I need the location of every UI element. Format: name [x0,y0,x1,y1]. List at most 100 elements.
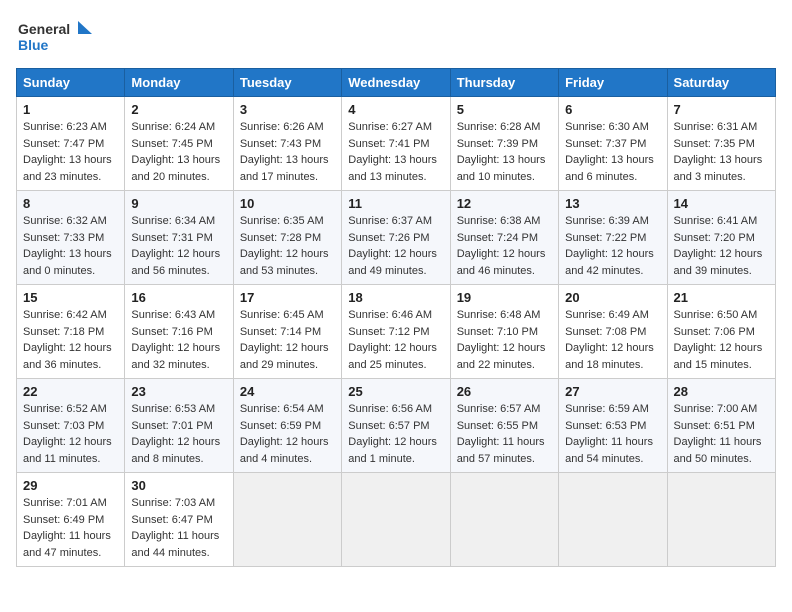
day-number: 29 [23,478,118,493]
day-info: Sunrise: 6:41 AM Sunset: 7:20 PM Dayligh… [674,213,769,279]
logo-icon: GeneralBlue [16,16,96,56]
day-info: Sunrise: 6:46 AM Sunset: 7:12 PM Dayligh… [348,307,443,373]
day-number: 19 [457,290,552,305]
day-number: 3 [240,102,335,117]
day-info: Sunrise: 6:39 AM Sunset: 7:22 PM Dayligh… [565,213,660,279]
calendar-cell: 14 Sunrise: 6:41 AM Sunset: 7:20 PM Dayli… [667,191,775,285]
day-number: 22 [23,384,118,399]
calendar-cell: 22 Sunrise: 6:52 AM Sunset: 7:03 PM Dayli… [17,379,125,473]
calendar-cell [667,473,775,567]
calendar-cell: 5Sunrise: 6:28 AM Sunset: 7:39 PM Daylig… [450,97,558,191]
day-info: Sunrise: 6:49 AM Sunset: 7:08 PM Dayligh… [565,307,660,373]
day-number: 18 [348,290,443,305]
day-info: Sunrise: 6:37 AM Sunset: 7:26 PM Dayligh… [348,213,443,279]
day-info: Sunrise: 7:00 AM Sunset: 6:51 PM Dayligh… [674,401,769,467]
calendar-cell [233,473,341,567]
header-thursday: Thursday [450,69,558,97]
day-info: Sunrise: 6:35 AM Sunset: 7:28 PM Dayligh… [240,213,335,279]
day-number: 10 [240,196,335,211]
day-number: 6 [565,102,660,117]
calendar-cell: 15 Sunrise: 6:42 AM Sunset: 7:18 PM Dayli… [17,285,125,379]
calendar-cell: 1 Sunrise: 6:23 AM Sunset: 7:47 PM Daylig… [17,97,125,191]
day-number: 21 [674,290,769,305]
day-number: 14 [674,196,769,211]
day-number: 11 [348,196,443,211]
day-info: Sunrise: 6:23 AM Sunset: 7:47 PM Dayligh… [23,119,118,185]
calendar-cell: 13 Sunrise: 6:39 AM Sunset: 7:22 PM Dayli… [559,191,667,285]
calendar-cell: 20 Sunrise: 6:49 AM Sunset: 7:08 PM Dayli… [559,285,667,379]
day-info: Sunrise: 7:01 AM Sunset: 6:49 PM Dayligh… [23,495,118,561]
calendar-cell: 8Sunrise: 6:32 AM Sunset: 7:33 PM Daylig… [17,191,125,285]
day-info: Sunrise: 6:57 AM Sunset: 6:55 PM Dayligh… [457,401,552,467]
day-number: 4 [348,102,443,117]
calendar-week-row: 8Sunrise: 6:32 AM Sunset: 7:33 PM Daylig… [17,191,776,285]
day-number: 28 [674,384,769,399]
day-number: 1 [23,102,118,117]
day-number: 20 [565,290,660,305]
svg-text:Blue: Blue [18,37,49,53]
day-number: 24 [240,384,335,399]
svg-text:General: General [18,21,70,37]
calendar-cell: 21Sunrise: 6:50 AM Sunset: 7:06 PM Dayli… [667,285,775,379]
calendar-cell: 3 Sunrise: 6:26 AM Sunset: 7:43 PM Daylig… [233,97,341,191]
calendar-cell [450,473,558,567]
calendar-cell: 10 Sunrise: 6:35 AM Sunset: 7:28 PM Dayli… [233,191,341,285]
day-number: 27 [565,384,660,399]
day-info: Sunrise: 6:52 AM Sunset: 7:03 PM Dayligh… [23,401,118,467]
header-wednesday: Wednesday [342,69,450,97]
day-info: Sunrise: 6:24 AM Sunset: 7:45 PM Dayligh… [131,119,226,185]
calendar-week-row: 1 Sunrise: 6:23 AM Sunset: 7:47 PM Daylig… [17,97,776,191]
day-info: Sunrise: 6:42 AM Sunset: 7:18 PM Dayligh… [23,307,118,373]
day-info: Sunrise: 6:32 AM Sunset: 7:33 PM Dayligh… [23,213,118,279]
calendar-cell [559,473,667,567]
calendar-cell: 18 Sunrise: 6:46 AM Sunset: 7:12 PM Dayli… [342,285,450,379]
day-number: 7 [674,102,769,117]
day-number: 17 [240,290,335,305]
calendar-cell: 30 Sunrise: 7:03 AM Sunset: 6:47 PM Dayli… [125,473,233,567]
calendar-cell: 7 Sunrise: 6:31 AM Sunset: 7:35 PM Daylig… [667,97,775,191]
calendar-week-row: 22 Sunrise: 6:52 AM Sunset: 7:03 PM Dayli… [17,379,776,473]
day-number: 12 [457,196,552,211]
calendar-cell: 11 Sunrise: 6:37 AM Sunset: 7:26 PM Dayli… [342,191,450,285]
calendar-cell: 9 Sunrise: 6:34 AM Sunset: 7:31 PM Daylig… [125,191,233,285]
day-info: Sunrise: 6:54 AM Sunset: 6:59 PM Dayligh… [240,401,335,467]
calendar-cell: 2 Sunrise: 6:24 AM Sunset: 7:45 PM Daylig… [125,97,233,191]
day-number: 26 [457,384,552,399]
calendar-week-row: 15 Sunrise: 6:42 AM Sunset: 7:18 PM Dayli… [17,285,776,379]
day-info: Sunrise: 6:48 AM Sunset: 7:10 PM Dayligh… [457,307,552,373]
calendar-cell: 24 Sunrise: 6:54 AM Sunset: 6:59 PM Dayli… [233,379,341,473]
calendar-week-row: 29 Sunrise: 7:01 AM Sunset: 6:49 PM Dayli… [17,473,776,567]
logo: GeneralBlue [16,16,96,56]
day-info: Sunrise: 6:45 AM Sunset: 7:14 PM Dayligh… [240,307,335,373]
page-header: GeneralBlue [16,16,776,56]
calendar-cell: 27 Sunrise: 6:59 AM Sunset: 6:53 PM Dayli… [559,379,667,473]
day-info: Sunrise: 6:26 AM Sunset: 7:43 PM Dayligh… [240,119,335,185]
calendar-cell: 6Sunrise: 6:30 AM Sunset: 7:37 PM Daylig… [559,97,667,191]
calendar-cell: 26 Sunrise: 6:57 AM Sunset: 6:55 PM Dayli… [450,379,558,473]
day-number: 25 [348,384,443,399]
header-saturday: Saturday [667,69,775,97]
day-number: 5 [457,102,552,117]
calendar-table: SundayMondayTuesdayWednesdayThursdayFrid… [16,68,776,567]
calendar-cell: 28 Sunrise: 7:00 AM Sunset: 6:51 PM Dayli… [667,379,775,473]
day-info: Sunrise: 6:59 AM Sunset: 6:53 PM Dayligh… [565,401,660,467]
header-friday: Friday [559,69,667,97]
header-sunday: Sunday [17,69,125,97]
day-number: 9 [131,196,226,211]
header-tuesday: Tuesday [233,69,341,97]
day-info: Sunrise: 6:31 AM Sunset: 7:35 PM Dayligh… [674,119,769,185]
day-info: Sunrise: 6:38 AM Sunset: 7:24 PM Dayligh… [457,213,552,279]
day-number: 13 [565,196,660,211]
day-number: 15 [23,290,118,305]
calendar-cell [342,473,450,567]
day-info: Sunrise: 7:03 AM Sunset: 6:47 PM Dayligh… [131,495,226,561]
day-info: Sunrise: 6:34 AM Sunset: 7:31 PM Dayligh… [131,213,226,279]
day-number: 30 [131,478,226,493]
header-monday: Monday [125,69,233,97]
calendar-cell: 4Sunrise: 6:27 AM Sunset: 7:41 PM Daylig… [342,97,450,191]
day-number: 2 [131,102,226,117]
calendar-cell: 23Sunrise: 6:53 AM Sunset: 7:01 PM Dayli… [125,379,233,473]
calendar-cell: 12 Sunrise: 6:38 AM Sunset: 7:24 PM Dayli… [450,191,558,285]
day-info: Sunrise: 6:56 AM Sunset: 6:57 PM Dayligh… [348,401,443,467]
day-info: Sunrise: 6:43 AM Sunset: 7:16 PM Dayligh… [131,307,226,373]
